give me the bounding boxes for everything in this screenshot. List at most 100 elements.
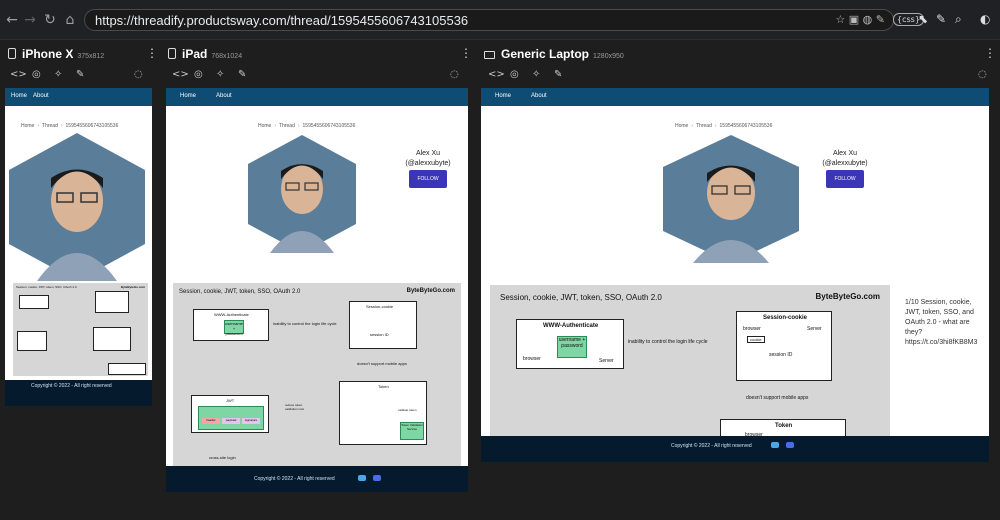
tablet-icon (168, 48, 176, 59)
site-navbar: Home About (5, 88, 152, 106)
follow-button[interactable]: FOLLOW (409, 170, 447, 188)
nav-about-link[interactable]: About (531, 93, 547, 99)
author-avatar (9, 133, 145, 281)
site-navbar: Home About (481, 88, 989, 106)
ipad-viewport: Home About Home › Thread › 15954556067431055… (166, 88, 468, 492)
follow-button[interactable]: FOLLOW (826, 170, 864, 188)
address-bar[interactable]: https://threadify.productsway.com/thread… (84, 9, 894, 31)
device-panel-laptop: Generic Laptop 1280x950 ⋮ <> ◎ ✧ ✎ ◌ Home… (476, 40, 1000, 520)
session-cookie-box: Session-cookie browser cookie session ID… (736, 311, 832, 381)
phone-icon (8, 48, 16, 59)
breadcrumb: Home › Thread › 1595455606743105536 (258, 123, 356, 129)
no-mobile-label: doesn't support mobile apps (746, 395, 809, 401)
diagram-brand: ByteByteGo.com (406, 288, 455, 294)
author-handle: (@alexxubyte) (822, 160, 868, 167)
nav-home-link[interactable]: Home (495, 93, 511, 99)
diagram-image: Session, cookie, JWT, token, SSO, OAuth … (490, 285, 890, 436)
diagram-title: Session, cookie, JWT, token, SSO, OAuth … (500, 293, 662, 302)
breadcrumb: Home › Thread › 1595455606743105536 (21, 123, 119, 129)
home-icon[interactable]: ⌂ (62, 12, 78, 28)
device-panel-ipad: iPad 768x1024 ⋮ <> ◎ ✧ ✎ ◌ Home About Hom… (160, 40, 476, 520)
author-name: Alex Xu (415, 150, 441, 157)
edit-extension-icon[interactable]: ✎ (936, 12, 946, 28)
palette-icon[interactable]: ◌ (978, 69, 987, 80)
magic-wand-icon[interactable]: ✧ (216, 69, 224, 80)
edit-icon[interactable]: ✎ (554, 69, 562, 80)
panel-title: iPhone X 375x812 (8, 47, 104, 61)
screenshot-icon[interactable]: ◎ (32, 69, 41, 80)
site-footer: Copyright © 2022 - All right reserved (5, 380, 152, 406)
nav-about-link[interactable]: About (33, 93, 49, 99)
more-options-icon[interactable]: ⋮ (984, 46, 996, 60)
nav-home-link[interactable]: Home (11, 93, 27, 99)
site-footer: Copyright © 2022 - All right reserved (481, 436, 989, 462)
diagram-box (17, 331, 47, 351)
cross-site-label: cross-site login (209, 455, 236, 460)
reload-icon[interactable]: ↻ (42, 12, 58, 28)
magic-wand-icon[interactable]: ✧ (532, 69, 540, 80)
diagram-box (93, 327, 131, 351)
inability-label: inability to control the login life cycl… (273, 321, 337, 326)
breadcrumb-id: 1595455606743105536 (65, 123, 119, 129)
breadcrumb-id: 1595455606743105536 (302, 123, 356, 129)
more-options-icon[interactable]: ⋮ (146, 46, 158, 60)
edit-icon[interactable]: ✎ (238, 69, 246, 80)
no-mobile-label: doesn't support mobile apps (357, 361, 407, 366)
twitter-icon[interactable] (771, 442, 779, 448)
www-authenticate-box: WWW-Authenticate browser username + pass… (516, 319, 624, 369)
diagram-box (19, 295, 49, 309)
magic-wand-icon[interactable]: ✧ (54, 69, 62, 80)
author-avatar (663, 135, 799, 263)
footer-copyright: Copyright © 2022 - All right reserved (254, 476, 335, 482)
jwt-box: JWT header payload signature (191, 395, 269, 433)
palette-icon[interactable]: ◌ (134, 69, 143, 80)
iphone-viewport: Home About Home › Thread › 15954556067431055… (5, 88, 152, 406)
breadcrumb-home[interactable]: Home (21, 123, 34, 129)
twitter-icon[interactable] (358, 475, 366, 481)
youtube-icon[interactable] (786, 442, 794, 448)
breadcrumb-thread[interactable]: Thread (42, 123, 58, 129)
diagram-title: Session, cookie, JWT, token, SSO, OAuth … (16, 285, 77, 289)
www-authenticate-box: WWW-Authenticate username + password (193, 309, 269, 341)
site-navbar: Home About (166, 88, 468, 106)
mouse-cursor-icon: ☝ (146, 197, 153, 208)
code-icon[interactable]: <> (10, 69, 27, 80)
arrow-left-icon[interactable]: ← (4, 12, 20, 28)
theme-toggle-icon[interactable]: ◐ (980, 12, 990, 28)
reduce-cost-label: reduce token validation cost (285, 403, 305, 411)
breadcrumb-home[interactable]: Home (258, 123, 271, 129)
footer-copyright: Copyright © 2022 - All right reserved (31, 383, 112, 389)
token-box: Token browser (720, 419, 846, 436)
more-options-icon[interactable]: ⋮ (460, 46, 472, 60)
author-name: Alex Xu (832, 150, 858, 157)
author-handle: (@alexxubyte) (405, 160, 451, 167)
breadcrumb-home[interactable]: Home (675, 123, 688, 129)
panel-title: Generic Laptop 1280x950 (484, 47, 624, 61)
url-bar-icons: ☆ ▣ ◍ ✎ (835, 13, 885, 26)
laptop-viewport: Home About Home › Thread › 15954556067431055… (481, 88, 989, 462)
panel-title: iPad 768x1024 (168, 47, 242, 61)
diagram-brand: ByteByteGo.com (120, 285, 145, 289)
arrow-right-icon[interactable]: → (22, 12, 38, 28)
site-footer: Copyright © 2022 - All right reserved (166, 466, 468, 492)
cursor-extension-icon[interactable]: ⬉ (918, 12, 928, 28)
nav-about-link[interactable]: About (216, 93, 232, 99)
edit-icon[interactable]: ✎ (76, 69, 84, 80)
footer-copyright: Copyright © 2022 - All right reserved (671, 443, 752, 449)
diagram-box (95, 291, 129, 313)
inspect-extension-icon[interactable]: ⌕ (955, 12, 962, 28)
code-icon[interactable]: <> (488, 69, 505, 80)
breadcrumb-thread[interactable]: Thread (279, 123, 295, 129)
breadcrumb-id: 1595455606743105536 (719, 123, 773, 129)
breadcrumb-thread[interactable]: Thread (696, 123, 712, 129)
diagram-title: Session, cookie, JWT, token, SSO, OAuth … (179, 289, 301, 295)
screenshot-icon[interactable]: ◎ (194, 69, 203, 80)
nav-home-link[interactable]: Home (180, 93, 196, 99)
laptop-icon (484, 51, 495, 59)
palette-icon[interactable]: ◌ (450, 69, 459, 80)
code-icon[interactable]: <> (172, 69, 189, 80)
screenshot-icon[interactable]: ◎ (510, 69, 519, 80)
breadcrumb: Home › Thread › 1595455606743105536 (675, 123, 773, 129)
youtube-icon[interactable] (373, 475, 381, 481)
diagram-brand: ByteByteGo.com (815, 292, 880, 301)
